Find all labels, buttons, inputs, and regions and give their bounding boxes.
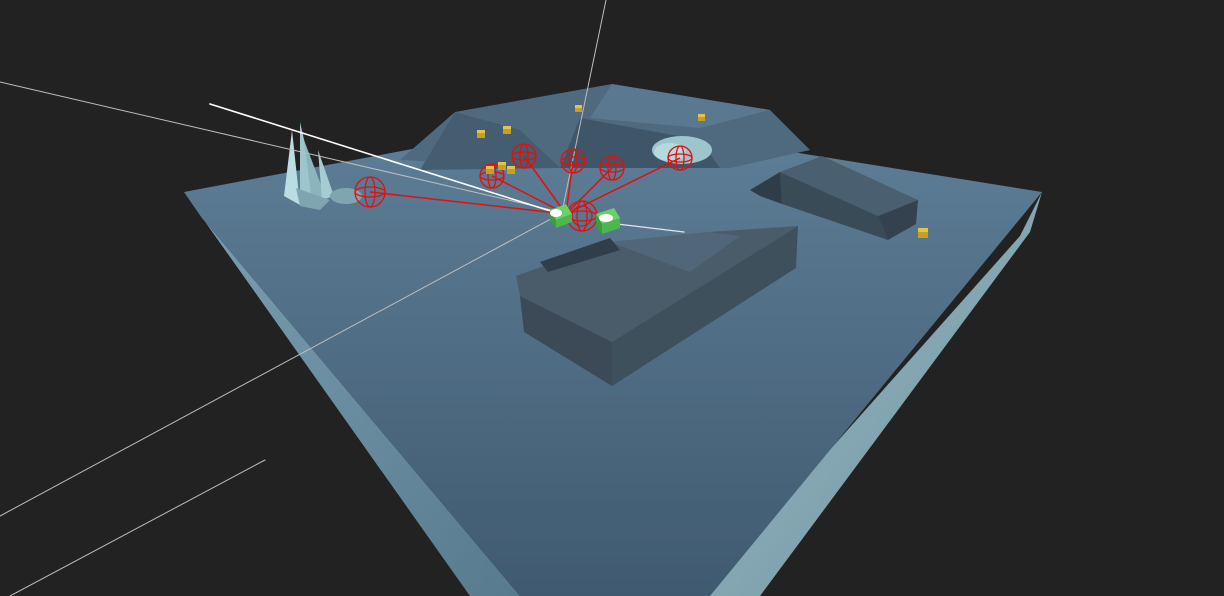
pickup-box[interactable] xyxy=(498,162,506,170)
pickup-box[interactable] xyxy=(507,166,515,174)
scene-viewport[interactable] xyxy=(0,0,1224,596)
scene-canvas[interactable] xyxy=(0,0,1224,596)
pickup-box[interactable] xyxy=(477,130,485,138)
pickup-box[interactable] xyxy=(918,228,928,238)
rock-cluster xyxy=(652,136,712,164)
pickup-box[interactable] xyxy=(503,126,511,134)
pickup-box[interactable] xyxy=(575,105,582,112)
pickup-box[interactable] xyxy=(486,166,494,174)
pickup-box[interactable] xyxy=(698,114,705,121)
